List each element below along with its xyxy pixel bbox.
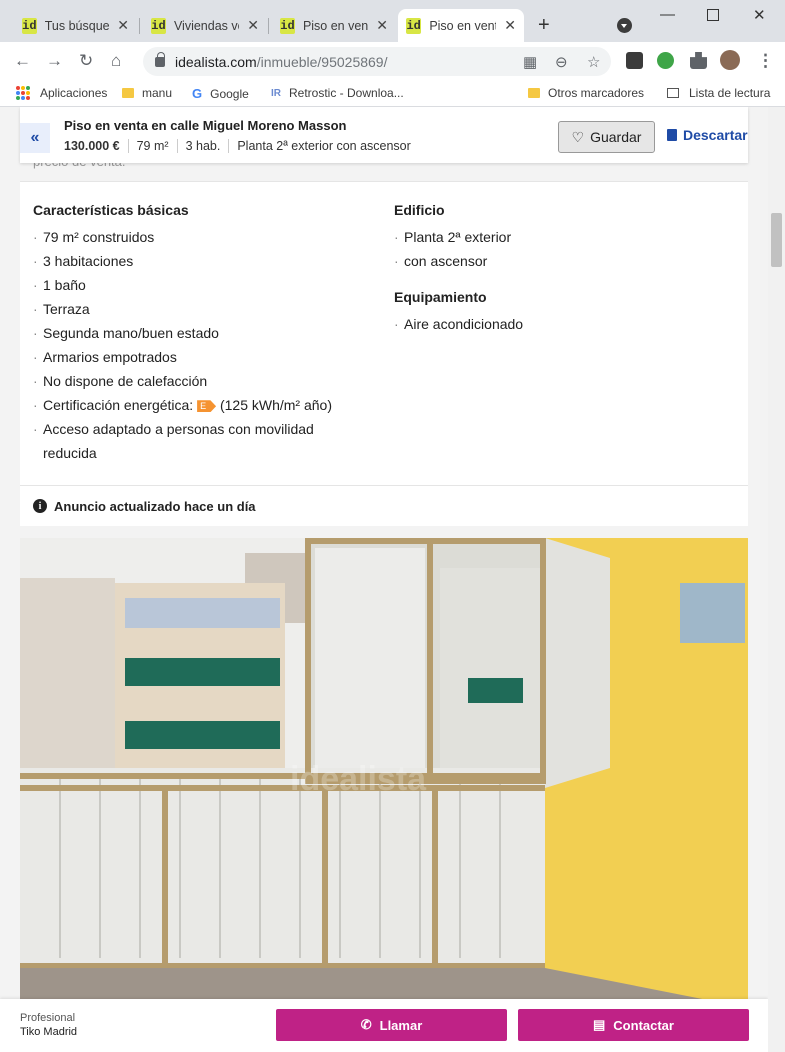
extension-green-icon[interactable] xyxy=(657,52,674,69)
close-tab-icon[interactable]: ✕ xyxy=(117,17,129,34)
bookmark-reading-list[interactable]: Lista de lectura xyxy=(667,86,770,100)
bookmark-manu[interactable]: manu xyxy=(122,86,172,100)
scrollbar[interactable] xyxy=(768,107,785,1052)
page-viewport: precio de venta. « Piso en venta en call… xyxy=(0,107,768,1052)
listing-size: 79 m² xyxy=(127,139,177,153)
zoom-icon[interactable]: ⊖ xyxy=(555,53,568,71)
chat-icon: ▤ xyxy=(593,1017,606,1032)
energy-rating-badge: E xyxy=(197,400,217,413)
close-window-icon[interactable]: ✕ xyxy=(753,6,766,24)
listing-rooms: 3 hab. xyxy=(176,139,229,153)
back-chevrons-icon[interactable]: « xyxy=(20,123,50,153)
listing-photo[interactable]: idealista xyxy=(20,538,748,1008)
watermark: idealista xyxy=(290,760,427,798)
minimize-icon[interactable]: — xyxy=(660,6,675,23)
new-tab-button[interactable]: + xyxy=(538,14,550,37)
info-icon: i xyxy=(33,499,47,513)
basic-features-title: Características básicas xyxy=(33,202,189,218)
feature-item: No dispone de calefacción xyxy=(33,369,332,393)
feature-item: Planta 2ª exterior xyxy=(394,225,523,249)
tab-strip: id Tus búsqued ✕ id Viviendas ve ✕ id Pi… xyxy=(0,0,785,42)
save-button[interactable]: ♡ Guardar xyxy=(558,121,655,153)
feature-item: 1 baño xyxy=(33,273,332,297)
feature-item: Terraza xyxy=(33,297,332,321)
browser-tab-3[interactable]: id Piso en vent ✕ xyxy=(272,9,396,42)
listing-floor: Planta 2ª exterior con ascensor xyxy=(228,139,418,153)
equipment-title: Equipamiento xyxy=(394,289,487,305)
close-tab-icon[interactable]: ✕ xyxy=(247,17,259,34)
browser-tab-4-active[interactable]: id Piso en vent ✕ xyxy=(398,9,524,42)
home-icon[interactable]: ⌂ xyxy=(111,51,121,71)
scrollbar-thumb[interactable] xyxy=(771,213,782,267)
forward-arrow-icon[interactable]: → xyxy=(46,51,63,71)
retrostic-icon: IR xyxy=(271,87,281,99)
tab-title: Piso en vent xyxy=(302,18,369,33)
feature-item: con ascensor xyxy=(394,249,523,273)
back-arrow-icon[interactable]: ← xyxy=(14,51,31,71)
basic-features: Características básicas 79 m² construido… xyxy=(33,202,332,465)
building-features: Edificio Planta 2ª exterior con ascensor… xyxy=(394,202,523,336)
profile-avatar[interactable] xyxy=(720,50,740,70)
url-path: /inmueble/95025869/ xyxy=(256,53,388,70)
idealista-favicon-icon: id xyxy=(280,17,295,34)
building-title: Edificio xyxy=(394,202,445,218)
feature-item: Armarios empotrados xyxy=(33,345,332,369)
tab-search-icon[interactable] xyxy=(617,18,632,33)
qr-code-icon[interactable]: ▦ xyxy=(523,53,537,71)
tab-title: Piso en vent xyxy=(429,18,497,33)
reading-list-icon xyxy=(667,88,679,98)
url-host: idealista.com xyxy=(175,53,257,70)
listing-summary: 130.000 € 79 m² 3 hab. Planta 2ª exterio… xyxy=(64,139,419,153)
call-button[interactable]: ✆ Llamar xyxy=(276,1009,507,1041)
feature-item: Segunda mano/buen estado xyxy=(33,321,332,345)
contact-button[interactable]: ▤ Contactar xyxy=(518,1009,749,1041)
bookmark-retrostic[interactable]: IR Retrostic - Downloa... xyxy=(271,86,404,100)
sticky-listing-header: « Piso en venta en calle Miguel Moreno M… xyxy=(20,107,748,163)
tab-title: Tus búsqued xyxy=(44,18,110,33)
close-tab-icon[interactable]: ✕ xyxy=(504,17,516,34)
features-card: Características básicas 79 m² construido… xyxy=(20,181,748,525)
trash-icon xyxy=(667,129,677,141)
extensions-puzzle-icon[interactable] xyxy=(690,52,707,69)
listing-price: 130.000 € xyxy=(64,139,120,153)
feature-item: 3 habitaciones xyxy=(33,249,332,273)
close-tab-icon[interactable]: ✕ xyxy=(376,17,388,34)
reload-icon[interactable]: ↻ xyxy=(79,51,93,71)
advertiser-name: Tiko Madrid xyxy=(20,1026,78,1038)
energy-certificate: Certificación energética: E (125 kWh/m² … xyxy=(33,393,332,417)
browser-tab-1[interactable]: id Tus búsqued ✕ xyxy=(14,9,137,42)
bookmark-google[interactable]: G Google xyxy=(192,86,249,101)
browser-toolbar: ← → ↻ ⌂ idealista.com/inmueble/95025869/… xyxy=(0,42,785,80)
apps-grid-icon xyxy=(16,86,30,100)
phone-icon: ✆ xyxy=(360,1017,372,1032)
updated-notice: i Anuncio actualizado hace un día xyxy=(20,485,748,526)
feature-item: Acceso adaptado a personas con movilidad… xyxy=(33,417,332,465)
idealista-favicon-icon: id xyxy=(22,17,37,34)
bookmark-apps[interactable]: Aplicaciones xyxy=(16,86,107,100)
heart-icon: ♡ xyxy=(571,128,585,145)
feature-item: 79 m² construidos xyxy=(33,225,332,249)
idealista-favicon-icon: id xyxy=(151,17,166,34)
folder-icon xyxy=(122,88,134,98)
bookmark-star-icon[interactable]: ☆ xyxy=(587,53,600,71)
discard-button[interactable]: Descartar xyxy=(667,127,748,143)
listing-title: Piso en venta en calle Miguel Moreno Mas… xyxy=(64,118,347,133)
extension-counter-icon[interactable] xyxy=(626,52,643,69)
google-icon: G xyxy=(192,86,203,101)
maximize-icon[interactable] xyxy=(707,9,719,21)
lock-icon xyxy=(155,51,165,67)
contact-bar: Profesional Tiko Madrid ✆ Llamar ▤ Conta… xyxy=(0,999,768,1052)
bookmark-other[interactable]: Otros marcadores xyxy=(528,86,644,100)
idealista-favicon-icon: id xyxy=(406,17,422,34)
more-menu-icon[interactable]: ⋮ xyxy=(757,51,774,71)
tab-title: Viviendas ve xyxy=(173,18,240,33)
browser-tab-2[interactable]: id Viviendas ve ✕ xyxy=(143,9,267,42)
address-bar[interactable]: idealista.com/inmueble/95025869/ ▦ ⊖ ☆ xyxy=(143,47,611,76)
advertiser-type: Profesional xyxy=(20,1012,76,1024)
feature-item: Aire acondicionado xyxy=(394,312,523,336)
bookmarks-bar: Aplicaciones manu G Google IR Retrostic … xyxy=(0,80,785,107)
folder-icon xyxy=(528,88,540,98)
